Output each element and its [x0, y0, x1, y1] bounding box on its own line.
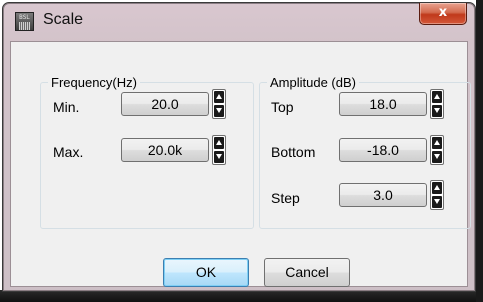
max-label: Max. — [53, 144, 84, 160]
top-amplitude-spinner[interactable] — [430, 89, 444, 119]
step-label: Step — [271, 190, 300, 206]
spinner-down-icon[interactable] — [214, 151, 224, 163]
spinner-up-icon[interactable] — [214, 137, 224, 149]
step-amplitude-spinner[interactable] — [430, 180, 444, 210]
ok-button[interactable]: OK — [163, 258, 249, 287]
cancel-button[interactable]: Cancel — [264, 258, 350, 287]
scale-dialog: BSL Scale x Frequency(Hz) Min. 20.0 Max.… — [2, 2, 476, 292]
top-amplitude-field[interactable]: 18.0 — [339, 92, 427, 116]
amplitude-group-legend: Amplitude (dB) — [270, 75, 356, 90]
spinner-down-icon[interactable] — [432, 151, 442, 163]
max-frequency-field[interactable]: 20.0k — [121, 138, 209, 162]
window-title: Scale — [43, 11, 84, 28]
spinner-up-icon[interactable] — [432, 182, 442, 194]
step-amplitude-field[interactable]: 3.0 — [339, 183, 427, 207]
spinner-up-icon[interactable] — [214, 91, 224, 103]
dialog-body: Frequency(Hz) Min. 20.0 Max. 20.0k Ampli… — [10, 41, 471, 287]
bottom-amplitude-spinner[interactable] — [430, 135, 444, 165]
bottom-amplitude-field[interactable]: -18.0 — [339, 138, 427, 162]
spinner-down-icon[interactable] — [432, 196, 442, 208]
spinner-up-icon[interactable] — [432, 137, 442, 149]
app-icon-graphic — [19, 22, 30, 30]
spinner-down-icon[interactable] — [432, 105, 442, 117]
title-bar[interactable]: BSL Scale x — [3, 3, 475, 41]
frequency-group-legend: Frequency(Hz) — [51, 75, 137, 90]
max-frequency-spinner[interactable] — [212, 135, 226, 165]
desktop-background-edge — [476, 0, 483, 302]
app-icon-text: BSL — [19, 14, 30, 21]
close-button[interactable]: x — [419, 3, 467, 25]
spinner-down-icon[interactable] — [214, 105, 224, 117]
bottom-label: Bottom — [271, 144, 316, 160]
top-label: Top — [271, 99, 294, 115]
spinner-up-icon[interactable] — [432, 91, 442, 103]
min-label: Min. — [53, 99, 80, 115]
app-icon: BSL — [15, 12, 34, 31]
min-frequency-field[interactable]: 20.0 — [121, 92, 209, 116]
min-frequency-spinner[interactable] — [212, 89, 226, 119]
